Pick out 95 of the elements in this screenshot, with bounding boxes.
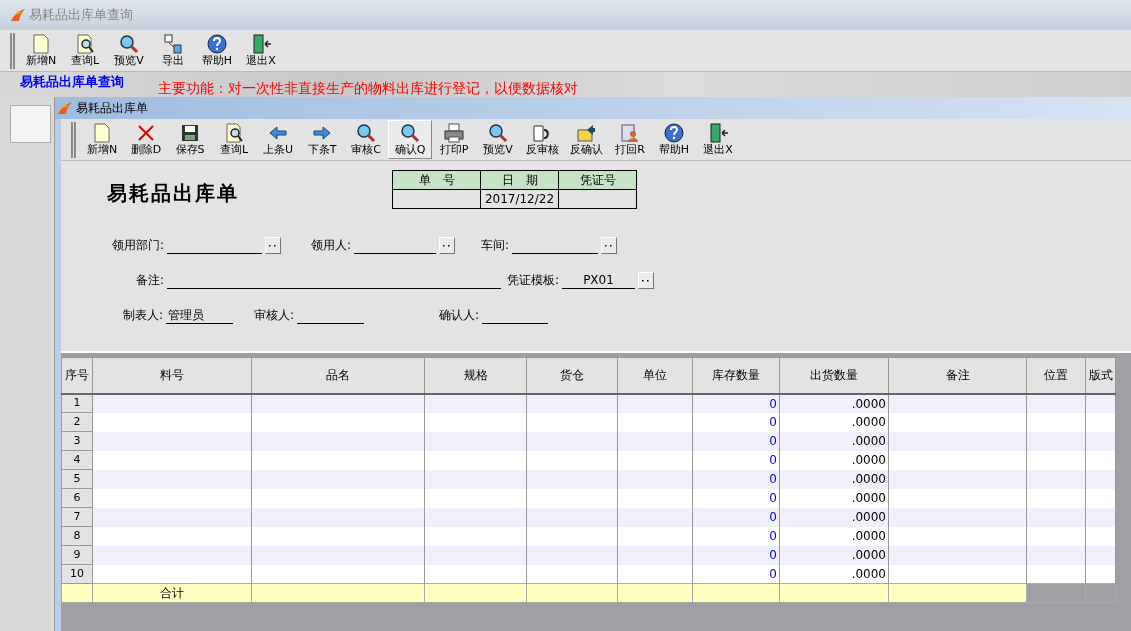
table-cell: 0 [692,431,780,451]
table-cell: 0 [692,412,780,432]
picker-button[interactable] [601,236,617,254]
field-label: 凭证模板: [505,272,559,289]
document-icon [91,122,113,145]
table-cell: 0 [692,545,780,565]
total-label: 合计 [92,583,252,603]
field-label: 车间: [479,237,509,254]
table-cell: 0 [692,469,780,489]
document-search-icon [223,122,245,145]
toolbar-button[interactable]: 查询L [63,31,107,70]
dialog-title: 易耗品出库单 [76,100,148,117]
column-header: 单 号 [392,170,481,190]
app-logo-icon [57,100,73,116]
table-cell: .0000 [779,526,889,546]
form-title: 易耗品出库单 [107,180,240,207]
notice-text: 主要功能：对一次性非直接生产的物料出库进行登记，以便数据核对 [158,79,578,97]
field-label: 确认人: [437,307,479,324]
column-header: 序号 [61,357,93,394]
toolbar-button[interactable]: 查询L [212,120,256,159]
toolbar-button[interactable]: 新增N [19,31,63,70]
toolbar-button[interactable]: 保存S [168,120,212,159]
page-heading: 易耗品出库单查询 [20,73,124,91]
ellipsis-icon [269,243,277,247]
column-header: 品名 [251,357,425,394]
toolbar-button[interactable]: 打回R [608,120,652,159]
toolbar-button[interactable]: 删除D [124,120,168,159]
app-logo-icon [10,7,26,23]
picker-button[interactable] [439,236,455,254]
field-label: 制表人: [121,307,163,324]
toolbar-button[interactable]: 确认Q [388,120,432,159]
picker-button[interactable] [638,271,654,289]
toolbar-button[interactable]: 下条T [300,120,344,159]
toolbar-button[interactable]: 反审核 [520,120,564,159]
toolbar-button[interactable]: 审核C [344,120,388,159]
help-icon [663,122,685,145]
table-cell: .0000 [779,469,889,489]
search-icon [487,122,509,145]
document-icon [30,33,52,56]
search-icon [399,122,421,145]
toolbar-button[interactable]: 预览V [107,31,151,70]
input-field[interactable]: PX01 [562,271,635,289]
table-cell: .0000 [779,545,889,565]
table-cell: .0000 [779,412,889,432]
table-cell: 0 [692,488,780,508]
toolbar-button[interactable]: 帮助H [652,120,696,159]
toolbar-button[interactable]: 新增N [80,120,124,159]
ellipsis-icon [443,243,451,247]
exit-door-icon [250,33,272,56]
toolbar-button[interactable]: 上条U [256,120,300,159]
exit-door-icon [707,122,729,145]
table-cell: .0000 [779,507,889,527]
document-search-icon [74,33,96,56]
ellipsis-icon [642,278,650,282]
column-header: 货仓 [526,357,618,394]
tab-cell [10,105,51,143]
folder-arrow-icon [575,122,597,145]
search-icon [355,122,377,145]
column-header: 出货数量 [779,357,889,394]
table-cell: 2017/12/22 [480,189,559,209]
column-header: 凭证号 [558,170,637,190]
toolbar-button[interactable]: 帮助H [195,31,239,70]
field-label: 备注: [134,272,164,289]
help-icon [206,33,228,56]
table-cell: 0 [692,507,780,527]
column-header: 版式 [1085,357,1116,394]
table-cell: .0000 [779,488,889,508]
search-icon [118,33,140,56]
field-label: 领用部门: [110,237,164,254]
toolbar-button[interactable]: 反确认 [564,120,608,159]
toolbar-button[interactable]: 预览V [476,120,520,159]
table-cell: 0 [692,450,780,470]
column-header: 库存数量 [692,357,780,394]
picker-button[interactable] [265,236,281,254]
table-cell: .0000 [779,450,889,470]
column-header: 单位 [617,357,693,394]
toolbar-button[interactable]: 导出 [151,31,195,70]
window-title: 易耗品出库单查询 [29,6,133,25]
printer-icon [443,122,465,145]
toolbar-button[interactable]: 退出X [239,31,283,70]
ellipsis-icon [605,243,613,247]
column-header: 日 期 [480,170,559,190]
column-header: 位置 [1026,357,1086,394]
column-header: 规格 [424,357,527,394]
export-icon [162,33,184,56]
field-label: 审核人: [252,307,294,324]
table-cell: .0000 [779,431,889,451]
person-document-icon [619,122,641,145]
toolbar-button[interactable]: 打印P [432,120,476,159]
input-field[interactable]: 管理员 [166,306,233,324]
column-header: 料号 [92,357,252,394]
column-header: 备注 [888,357,1027,394]
toolbar-button[interactable]: 退出X [696,120,740,159]
field-label: 领用人: [309,237,351,254]
table-cell: 0 [692,526,780,546]
